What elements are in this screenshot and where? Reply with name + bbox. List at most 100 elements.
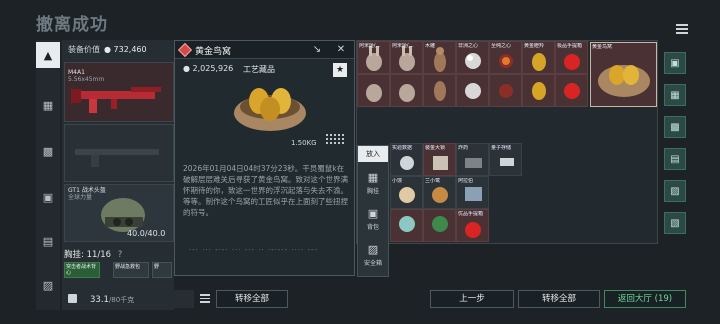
favorite-star-icon[interactable]: ★ bbox=[333, 63, 347, 77]
grid-item[interactable]: 优品手提箱 bbox=[456, 209, 489, 242]
grid-item[interactable]: 阿米娅(... bbox=[390, 41, 423, 74]
put-into-safebox-button[interactable]: ▨ 安全箱 bbox=[358, 238, 388, 274]
item-detail-popup: 黄金鸟窝 ↘ ✕ ● 2,025,926 工艺藏品 ★ 1.50KG 2026年… bbox=[174, 40, 355, 276]
popup-description: 2026年01月04日04时37分23秒。干员蜀鼠k在破解层层难关后寻获了黄金鸟… bbox=[183, 164, 348, 217]
put-into-safebox-label: 安全箱 bbox=[363, 260, 382, 267]
grid-item-label: 木雕 bbox=[425, 43, 436, 49]
golden-gazelle-icon bbox=[532, 82, 546, 100]
grid-item[interactable] bbox=[390, 74, 423, 107]
grid-item[interactable] bbox=[555, 74, 588, 107]
storage-icon[interactable]: ▩ bbox=[664, 116, 686, 138]
grid-item[interactable] bbox=[423, 74, 456, 107]
storage-icon[interactable]: ▤ bbox=[664, 148, 686, 170]
menu-icon[interactable] bbox=[676, 24, 688, 34]
storage-icon[interactable]: ▨ bbox=[664, 180, 686, 202]
grid-item-label: 小馒 bbox=[392, 178, 403, 184]
grid-item[interactable] bbox=[357, 74, 390, 107]
secondary-rifle-icon bbox=[75, 149, 159, 167]
grid-item[interactable]: 实验数据 bbox=[390, 143, 423, 176]
grid-item-label: 黄金瞪羚 bbox=[524, 43, 545, 49]
grid-item-label: 非洲之心 bbox=[458, 43, 479, 49]
grid-item[interactable]: 兰小鹭 bbox=[423, 176, 456, 209]
weapon-slot[interactable]: M4A1 5.56x45mm bbox=[64, 62, 174, 122]
storage-icon[interactable]: ▣ bbox=[664, 52, 686, 74]
mini-slot-vest[interactable]: 突击者战术背心 bbox=[64, 262, 100, 278]
close-icon[interactable]: ✕ bbox=[335, 44, 347, 56]
grid-item[interactable]: 木雕 bbox=[423, 41, 456, 74]
popup-price: ● 2,025,926 bbox=[183, 64, 234, 73]
weapon-tab-icon[interactable]: ▲ bbox=[36, 42, 60, 68]
size-grid-icon bbox=[325, 133, 345, 145]
grid-item-label: 量子存储 bbox=[491, 145, 512, 151]
popup-title: 黄金鸟窝 bbox=[195, 47, 232, 57]
rabbit-figure-icon bbox=[399, 84, 415, 102]
left-tab-bar: ▲ ▦ ▩ ▣ ▤ ▨ bbox=[36, 40, 60, 310]
storage-icon[interactable]: ▦ bbox=[664, 84, 686, 106]
grid-item-label: 装金大锁 bbox=[425, 145, 446, 151]
page-title: 撤离成功 bbox=[36, 15, 108, 35]
lock-icon bbox=[68, 294, 77, 303]
grid-item-label: 阿米娅(... bbox=[359, 43, 381, 49]
put-into-vest-button[interactable]: ▦ 胸挂 bbox=[358, 166, 388, 202]
mini-slot-medkit[interactable]: 野战急救包 bbox=[113, 262, 149, 278]
weight-value: 33.1 bbox=[90, 295, 109, 305]
mini-slot-extra[interactable]: 野 bbox=[152, 262, 172, 278]
grid-item[interactable]: 至纯之心 bbox=[489, 41, 522, 74]
put-into-vest-label: 胸挂 bbox=[366, 188, 379, 195]
backpack-icon: ▣ bbox=[367, 207, 379, 220]
rifle-icon bbox=[71, 87, 161, 113]
pure-heart-icon bbox=[499, 84, 513, 98]
carry-weight: 33.1/80千克 bbox=[90, 295, 134, 305]
grid-item[interactable]: 装金大锁 bbox=[423, 143, 456, 176]
vest-tab-icon[interactable]: ▦ bbox=[36, 92, 60, 118]
weight-max: /80千克 bbox=[108, 296, 135, 304]
grid-item[interactable]: 黄金瞪羚 bbox=[522, 41, 555, 74]
grid-item[interactable]: 炸药 bbox=[456, 143, 489, 176]
armor-tab-icon[interactable]: ▩ bbox=[36, 138, 60, 164]
case-tab-icon[interactable]: ▤ bbox=[36, 228, 60, 254]
transfer-all-right-button[interactable]: 转移全部 bbox=[518, 290, 600, 308]
rarity-diamond-icon bbox=[177, 42, 193, 58]
list-icon[interactable] bbox=[200, 294, 210, 303]
gear-value-amount: 732,460 bbox=[113, 45, 147, 54]
popup-weight: 1.50KG bbox=[291, 139, 317, 147]
pendant-help-icon[interactable]: ? bbox=[118, 250, 123, 260]
put-into-backpack-label: 背包 bbox=[366, 224, 379, 231]
grid-item[interactable] bbox=[423, 209, 456, 242]
transfer-all-left-button[interactable]: 转移全部 bbox=[216, 290, 288, 308]
popup-header: 黄金鸟窝 ↘ ✕ bbox=[175, 41, 354, 59]
grid-item[interactable]: 极品手提箱 bbox=[555, 41, 588, 74]
grid-item[interactable]: 非洲之心 bbox=[456, 41, 489, 74]
heart-gem-icon bbox=[465, 83, 481, 99]
gear-value: 装备价值 ● 732,460 bbox=[68, 45, 147, 54]
grid-item[interactable]: 阿拉伯 bbox=[456, 176, 489, 209]
grid-item-label: 兰小鹭 bbox=[425, 178, 441, 184]
popup-code: ·-· ··· -·-· ··· -·- ·· ·-·-·- ···· --- bbox=[189, 246, 319, 254]
briefcase-red-icon bbox=[564, 83, 580, 99]
popup-price-value: 2,025,926 bbox=[192, 64, 234, 73]
grid-item[interactable]: 量子存储 bbox=[489, 143, 522, 176]
grid-item[interactable]: 小馒 bbox=[390, 176, 423, 209]
prev-step-button[interactable]: 上一步 bbox=[430, 290, 514, 308]
grid-item-label: 至纯之心 bbox=[491, 43, 512, 49]
helmet-slot[interactable]: GT1 战术头盔 全球力量 40.0/40.0 bbox=[64, 184, 174, 242]
grid-item-label: 阿米娅(... bbox=[392, 43, 414, 49]
grid-item-label: 阿拉伯 bbox=[458, 178, 474, 184]
shrink-icon[interactable]: ↘ bbox=[311, 44, 323, 56]
golden-nest-grid-item[interactable]: 黄金鸟窝 bbox=[590, 42, 657, 107]
vest-icon: ▦ bbox=[367, 171, 379, 184]
gear-value-label: 装备价值 bbox=[68, 45, 100, 54]
put-into-backpack-button[interactable]: ▣ 背包 bbox=[358, 202, 388, 238]
grid-item[interactable] bbox=[489, 74, 522, 107]
put-into-title: 放入 bbox=[358, 146, 388, 162]
grid-item[interactable] bbox=[522, 74, 555, 107]
secondary-weapon-slot[interactable] bbox=[64, 124, 174, 182]
storage-icon[interactable]: ▧ bbox=[664, 212, 686, 234]
back-to-lobby-button[interactable]: 返回大厅 (19) bbox=[604, 290, 686, 308]
backpack-tab-icon[interactable]: ▣ bbox=[36, 184, 60, 210]
grid-item[interactable] bbox=[456, 74, 489, 107]
put-into-menu: 放入 ▦ 胸挂 ▣ 背包 ▨ 安全箱 bbox=[357, 145, 389, 277]
grid-item[interactable]: 阿米娅(... bbox=[357, 41, 390, 74]
briefcase-tab-icon[interactable]: ▨ bbox=[36, 272, 60, 298]
grid-item[interactable] bbox=[390, 209, 423, 242]
